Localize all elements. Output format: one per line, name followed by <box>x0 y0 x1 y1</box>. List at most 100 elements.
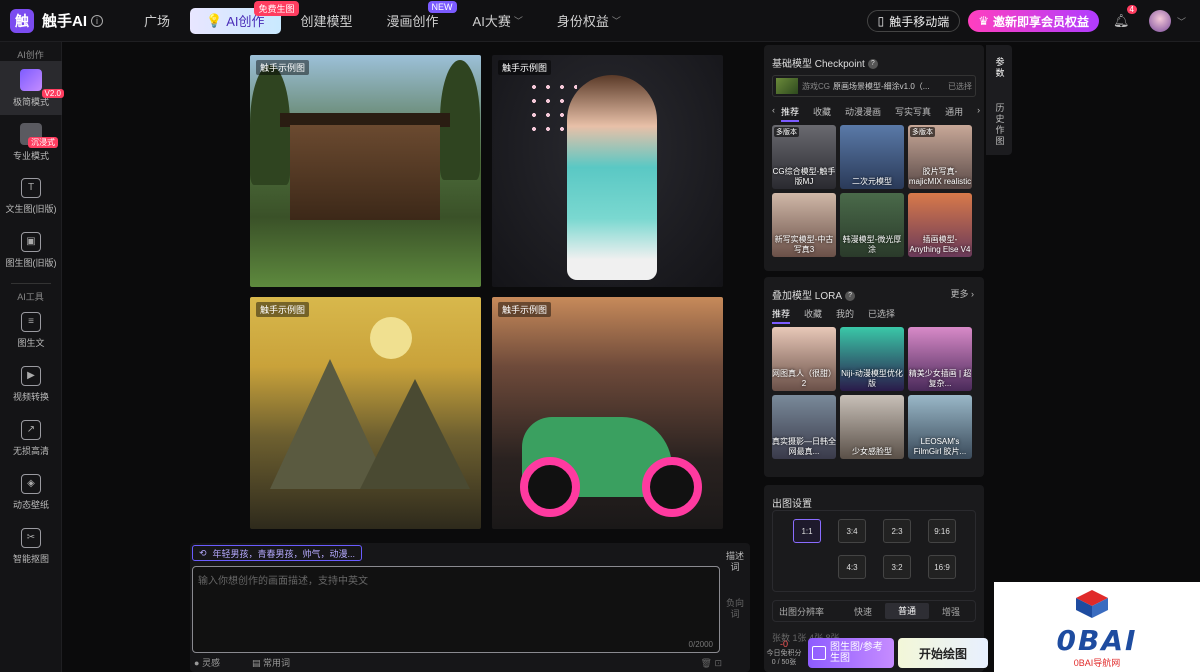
prompt-input[interactable] <box>193 567 719 652</box>
nav-ai-create[interactable]: 💡 AI创作 免费生图 <box>190 0 299 34</box>
tab-history[interactable]: 历史作图 <box>994 103 1006 147</box>
ratio-option[interactable]: 3:4 <box>838 519 866 543</box>
wheel-shape <box>520 457 580 517</box>
brand-logo[interactable]: 触 触手AI i <box>10 8 130 33</box>
lora-tile[interactable]: 少女感脸型 <box>840 395 904 459</box>
ratio-option[interactable]: 2:3 <box>883 519 911 543</box>
tab-describe[interactable]: 描述词 <box>724 548 746 576</box>
model-tile[interactable]: 插画模型-Anything Else V4 <box>908 193 972 257</box>
resolution-option[interactable]: 增强 <box>929 605 973 618</box>
refresh-icon[interactable]: ⟲ <box>199 548 207 559</box>
help-icon[interactable]: ? <box>845 291 856 302</box>
common-words-label: 常用词 <box>262 658 290 668</box>
sidebar-item-live-wallpaper[interactable]: ◈ 动态壁纸 <box>0 465 62 519</box>
sidebar-item-cutout[interactable]: ✂ 智能抠图 <box>0 519 62 573</box>
tab-selected[interactable]: 已选择 <box>868 307 895 324</box>
char-count: 0/2000 <box>688 640 713 649</box>
lora-more-link[interactable]: 更多 › <box>950 287 974 300</box>
ratio-option[interactable]: 1:1 <box>793 519 821 543</box>
mobile-button[interactable]: ▯ 触手移动端 <box>866 10 961 32</box>
model-tile[interactable]: 二次元模型 <box>840 125 904 189</box>
tab-favorite[interactable]: 收藏 <box>804 307 822 324</box>
model-tile[interactable]: 多版本 胶片写真-majicMIX realistic <box>908 125 972 189</box>
nav-plaza[interactable]: 广场 <box>130 8 184 34</box>
image-icon <box>812 646 826 660</box>
example-image-house[interactable]: 触手示例图 <box>250 55 481 287</box>
img2img-label: 图生图/参考生图 <box>830 642 883 664</box>
lora-title-text: 叠加模型 LORA <box>772 291 843 302</box>
trash-icon[interactable]: 🗑︎ <box>701 658 712 668</box>
lora-tile[interactable]: Niji-动漫模型优化版 <box>840 327 904 391</box>
checkpoint-name: 原画场景模型-细涂v1.0（... <box>833 81 930 91</box>
tab-anime[interactable]: 动漫漫画 <box>845 105 881 122</box>
more-label: 更多 <box>950 289 969 299</box>
start-drawing-button[interactable]: 开始绘图 <box>898 638 988 668</box>
free-label: 今日免积分 <box>766 649 802 657</box>
nav-rights[interactable]: 身份权益 ﹀ <box>543 8 635 34</box>
chevron-left-icon[interactable]: ‹ <box>772 105 775 122</box>
prompt-suggestion-chip[interactable]: ⟲ 年轻男孩，青春男孩，帅气，动漫... <box>192 545 362 561</box>
model-tile[interactable]: 韩漫模型-微光厚涂 <box>840 193 904 257</box>
model-tile[interactable]: 新写实模型-中古写真3 <box>772 193 836 257</box>
example-image-girl[interactable]: 触手示例图 <box>492 55 723 287</box>
tab-params[interactable]: 参数 <box>994 57 1006 79</box>
chevron-right-icon[interactable]: › <box>977 105 980 122</box>
girl-figure <box>567 75 657 280</box>
nav-contest[interactable]: AI大赛 ﹀ <box>459 8 537 34</box>
panel-vertical-tabs: 参数 历史作图 <box>986 45 1012 155</box>
resolution-selector: 出图分辨率 快速 普通 增强 <box>772 600 976 622</box>
lora-tile[interactable]: 真实摄影—日韩全网最真... <box>772 395 836 459</box>
brand-name: 触手AI <box>42 13 88 30</box>
checkpoint-grid: 多版本 CG综合模型-触手版MJ 二次元模型 多版本 胶片写真-majicMIX r… <box>772 125 972 257</box>
sidebar-item-upscale[interactable]: ↗ 无损高清 <box>0 411 62 465</box>
ratio-option[interactable]: 9:16 <box>928 519 956 543</box>
resolution-option[interactable]: 普通 <box>885 603 929 619</box>
lora-card: 叠加模型 LORA? 更多 › 推荐 收藏 我的 已选择 网图真人（很甜）2 N… <box>764 277 984 477</box>
selected-checkpoint[interactable]: 游戏CG 原画场景模型-细涂v1.0（... 已选择 <box>772 75 976 97</box>
action-bar: -0 今日免积分 0 / 50张 图生图/参考生图 开始绘图 <box>764 634 994 672</box>
start-label: 开始绘图 <box>918 646 967 661</box>
sidebar-item-video-convert[interactable]: ▶ 视频转换 <box>0 357 62 411</box>
vip-invite-button[interactable]: ♛ 邀新即享会员权益 <box>968 10 1099 32</box>
expand-icon[interactable]: ⊡ <box>714 658 722 668</box>
model-label: 插画模型-Anything Else V4 <box>909 235 971 254</box>
inspiration-button[interactable]: ● 灵感 <box>194 656 236 669</box>
img2img-button[interactable]: 图生图/参考生图 <box>808 638 894 668</box>
sidebar-item-pro-mode[interactable]: 专业模式 沉浸式 <box>0 115 62 169</box>
sidebar-item-img2text[interactable]: ≡ 图生文 <box>0 303 62 357</box>
lora-tile[interactable]: LEOSAM's FilmGirl 胶片... <box>908 395 972 459</box>
tab-mine[interactable]: 我的 <box>836 307 854 324</box>
common-words-button[interactable]: ▤ 常用词 <box>252 656 306 669</box>
sidebar-item-simple-mode[interactable]: 极简模式 V2.0 <box>0 61 64 115</box>
tab-realistic[interactable]: 写实写真 <box>895 105 931 122</box>
checkpoint-title-text: 基础模型 Checkpoint <box>772 59 865 70</box>
ratio-option[interactable]: 3:2 <box>883 555 911 579</box>
tab-favorite[interactable]: 收藏 <box>813 105 831 122</box>
nav-comic[interactable]: 漫画创作 NEW <box>373 0 457 34</box>
ratio-option[interactable]: 16:9 <box>928 555 956 579</box>
sidebar-item-label: 动态壁纸 <box>12 499 49 510</box>
lora-tile[interactable]: 网图真人（很甜）2 <box>772 327 836 391</box>
nav-label: 漫画创作 <box>386 14 439 29</box>
chevron-down-icon[interactable]: ﹀ <box>1177 15 1186 28</box>
lora-tile[interactable]: 精美少女插画 | 超复杂... <box>908 327 972 391</box>
model-tile[interactable]: 多版本 CG综合模型-触手版MJ <box>772 125 836 189</box>
resolution-option[interactable]: 快速 <box>841 605 885 618</box>
help-icon[interactable]: ? <box>867 59 878 70</box>
nav-create-model[interactable]: 创建模型 <box>287 8 367 34</box>
prompt-box: 0/2000 <box>192 566 720 653</box>
wand-icon <box>20 68 42 91</box>
example-image-motorcycle[interactable]: 触手示例图 <box>492 297 723 529</box>
tab-recommend[interactable]: 推荐 <box>781 105 800 122</box>
sidebar-item-txt2img-old[interactable]: T 文生图(旧版) <box>0 169 62 223</box>
tab-general[interactable]: 通用 <box>945 105 963 122</box>
bell-icon[interactable]: 🔔︎ 4 <box>1113 5 1137 29</box>
avatar[interactable] <box>1148 10 1171 32</box>
lora-label: 少女感脸型 <box>852 447 892 456</box>
info-icon[interactable]: i <box>91 14 104 27</box>
ratio-option[interactable]: 4:3 <box>838 555 866 579</box>
tab-recommend[interactable]: 推荐 <box>772 307 791 324</box>
sidebar-item-img2img-old[interactable]: ▣ 图生图(旧版) <box>0 223 62 277</box>
tab-negative[interactable]: 负向词 <box>724 595 746 623</box>
example-image-landscape[interactable]: 触手示例图 <box>250 297 481 529</box>
